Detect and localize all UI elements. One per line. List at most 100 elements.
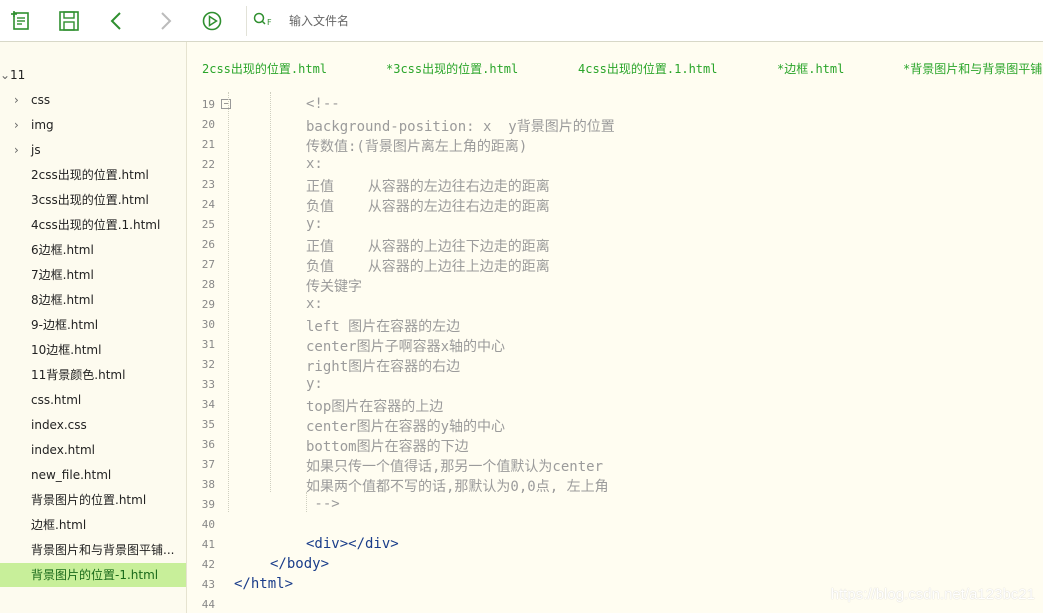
tree-file-label: 8边框.html	[31, 293, 94, 307]
tree-file-label: 背景图片的位置.html	[31, 493, 147, 507]
save-icon[interactable]	[58, 10, 80, 32]
tree-folder-js[interactable]: › js	[0, 138, 186, 162]
line-number: 23	[201, 178, 215, 191]
line-number: 38	[201, 478, 215, 491]
tree-file[interactable]: 11背景颜色.html	[0, 363, 186, 387]
code-line: left 图片在容器的左边	[306, 319, 461, 335]
tree-file[interactable]: 10边框.html	[0, 338, 186, 362]
code-line: y:	[306, 376, 323, 392]
tree-file[interactable]: 6边框.html	[0, 238, 186, 262]
tree-file-label: 11背景颜色.html	[31, 368, 126, 382]
line-number: 25	[201, 218, 215, 231]
code-line: right图片在容器的右边	[306, 359, 461, 375]
code-line: 如果两个值都不写的话,那默认为0,0点, 左上角	[306, 479, 609, 495]
editor-tabs: 2css出现的位置.html *3css出现的位置.html 4css出现的位置…	[187, 42, 1043, 92]
code-line: </body>	[270, 556, 330, 572]
forward-icon[interactable]	[154, 10, 176, 32]
tree-root-11[interactable]: ⌄ 11	[0, 63, 186, 87]
chevron-down-icon: ⌄	[0, 68, 11, 82]
tree-folder-label: css	[31, 93, 51, 107]
line-number: 41	[201, 538, 215, 551]
code-line: -->	[306, 496, 340, 512]
tree-file[interactable]: 8边框.html	[0, 288, 186, 312]
line-number: 20	[201, 118, 215, 131]
tree-file[interactable]: 背景图片和与背景图平铺...	[0, 538, 186, 562]
project-explorer: ⌄ 11 › css › img › js 2css出现的位置.html 3css…	[0, 42, 187, 613]
line-number: 19	[201, 98, 215, 111]
tree-file-label: 6边框.html	[31, 243, 94, 257]
line-number: 31	[201, 338, 215, 351]
code-editor[interactable]: 19−20 21 22 23 24 25 26 27 28 29 30 31 32 33 34 35 36 37 3…	[187, 92, 1043, 613]
new-file-icon[interactable]	[10, 10, 32, 32]
tree-folder-label: js	[31, 143, 41, 157]
tab-4css[interactable]: 4css出现的位置.1.html	[578, 60, 717, 77]
tree-file-label: new_file.html	[31, 468, 112, 482]
tree-file[interactable]: 2css出现的位置.html	[0, 163, 186, 187]
line-number: 44	[201, 598, 215, 611]
line-number: 34	[201, 398, 215, 411]
tree-file-label: 背景图片和与背景图平铺...	[31, 543, 175, 557]
tab-2css[interactable]: 2css出现的位置.html	[202, 60, 327, 77]
fold-toggle-icon[interactable]: −	[221, 99, 231, 109]
tree-file[interactable]: 背景图片的位置-1.html	[0, 563, 186, 587]
tree-file-label: index.css	[31, 418, 87, 432]
code-line: y:	[306, 216, 323, 232]
code-line: top图片在容器的上边	[306, 399, 444, 415]
watermark: https://blog.csdn.net/a123bc21	[830, 586, 1035, 603]
tree-file-label: 10边框.html	[31, 343, 102, 357]
toolbar: F	[0, 0, 1043, 42]
code-line: 正值 从容器的左边往右边走的距离	[306, 179, 550, 195]
tree-file[interactable]: css.html	[0, 388, 186, 412]
back-icon[interactable]	[106, 10, 128, 32]
code-line: bottom图片在容器的下边	[306, 439, 469, 455]
line-number: 27	[201, 258, 215, 271]
code-line: 负值 从容器的上边往上边走的距离	[306, 259, 550, 275]
code-line: 负值 从容器的左边往右边走的距离	[306, 199, 550, 215]
line-number: 37	[201, 458, 215, 471]
tree-file-label: 2css出现的位置.html	[31, 168, 149, 182]
indent-guide	[228, 92, 229, 512]
tree-file[interactable]: 4css出现的位置.1.html	[0, 213, 186, 237]
code-line: background-position: x y背景图片的位置	[306, 119, 615, 135]
line-number: 21	[201, 138, 215, 151]
code-line: </html>	[234, 576, 294, 592]
line-number: 30	[201, 318, 215, 331]
tab-background-tile[interactable]: *背景图片和与背景图平铺	[903, 60, 1042, 77]
tree-file[interactable]: 9-边框.html	[0, 313, 186, 337]
line-gutter: 19−20 21 22 23 24 25 26 27 28 29 30 31 32 33 34 35 36 37 3…	[187, 92, 231, 613]
tree-file[interactable]: 边框.html	[0, 513, 186, 537]
code-line: 如果只传一个值得话,那另一个值默认为center	[306, 459, 603, 475]
tree-file[interactable]: 背景图片的位置.html	[0, 488, 186, 512]
search-icon: F	[253, 12, 275, 30]
tree-file-label: 背景图片的位置-1.html	[31, 568, 159, 582]
line-number: 22	[201, 158, 215, 171]
tree-folder-css[interactable]: › css	[0, 88, 186, 112]
tab-3css[interactable]: *3css出现的位置.html	[386, 60, 518, 77]
chevron-right-icon: ›	[14, 93, 19, 107]
svg-text:F: F	[267, 18, 272, 27]
tree-root-label: 11	[10, 68, 26, 82]
run-icon[interactable]	[201, 10, 223, 32]
line-number: 28	[201, 278, 215, 291]
search-input[interactable]	[289, 13, 789, 29]
chevron-right-icon: ›	[14, 118, 19, 132]
tree-file[interactable]: new_file.html	[0, 463, 186, 487]
tree-folder-img[interactable]: › img	[0, 113, 186, 137]
tab-border[interactable]: *边框.html	[777, 60, 844, 77]
tree-file[interactable]: index.css	[0, 413, 186, 437]
line-number: 43	[201, 578, 215, 591]
indent-guide	[270, 92, 271, 492]
line-number: 29	[201, 298, 215, 311]
line-number: 33	[201, 378, 215, 391]
line-number: 24	[201, 198, 215, 211]
line-number: 40	[201, 518, 215, 531]
line-number: 39	[201, 498, 215, 511]
tree-file[interactable]: 7边框.html	[0, 263, 186, 287]
code-line: center图片在容器的y轴的中心	[306, 419, 506, 435]
code-line: 正值 从容器的上边往下边走的距离	[306, 239, 550, 255]
tree-file[interactable]: index.html	[0, 438, 186, 462]
tree-file-label: 4css出现的位置.1.html	[31, 218, 161, 232]
line-number: 32	[201, 358, 215, 371]
code-line: <!--	[306, 96, 340, 112]
tree-file[interactable]: 3css出现的位置.html	[0, 188, 186, 212]
